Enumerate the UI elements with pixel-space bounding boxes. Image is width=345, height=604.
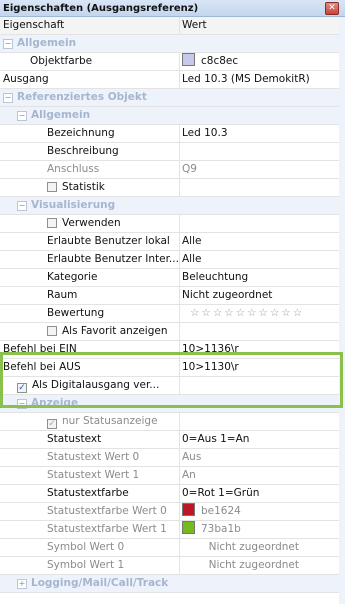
collapse-icon[interactable]: −: [17, 201, 27, 211]
row-bezeichnung[interactable]: Bezeichnung Led 10.3: [0, 125, 345, 143]
highlight-frame: [0, 352, 343, 408]
row-symbol-0[interactable]: Symbol Wert 0 Nicht zugeordnet: [0, 539, 345, 557]
favorit-checkbox[interactable]: [47, 326, 57, 336]
collapse-icon[interactable]: −: [3, 39, 13, 49]
properties-window: Eigenschaften (Ausgangsreferenz) ✕ Eigen…: [0, 0, 345, 604]
color-swatch: [182, 503, 195, 516]
header-value: Wert: [179, 17, 345, 34]
scroll-gutter: [339, 17, 345, 604]
row-statustext-0[interactable]: Statustext Wert 0 Aus: [0, 449, 345, 467]
category-referenziertes-objekt[interactable]: − Referenziertes Objekt: [0, 89, 345, 107]
row-raum[interactable]: Raum Nicht zugeordnet: [0, 287, 345, 305]
row-statustext-1[interactable]: Statustext Wert 1 An: [0, 467, 345, 485]
property-grid: Eigenschaft Wert − Allgemein Objektfarbe…: [0, 17, 345, 593]
color-swatch: [182, 521, 195, 534]
grid-header: Eigenschaft Wert: [0, 17, 345, 35]
collapse-icon[interactable]: −: [3, 93, 13, 103]
row-statusfarbe-1[interactable]: Statustextfarbe Wert 1 73ba1b: [0, 521, 345, 539]
row-statusfarbe-0[interactable]: Statustextfarbe Wert 0 be1624: [0, 503, 345, 521]
row-nur-status[interactable]: ✓ nur Statusanzeige: [0, 413, 345, 431]
window-titlebar: Eigenschaften (Ausgangsreferenz) ✕: [0, 0, 345, 17]
row-symbol-1[interactable]: Symbol Wert 1 Nicht zugeordnet: [0, 557, 345, 575]
collapse-icon[interactable]: −: [17, 111, 27, 121]
row-statistik[interactable]: Statistik: [0, 179, 345, 197]
row-statustextfarbe[interactable]: Statustextfarbe 0=Rot 1=Grün: [0, 485, 345, 503]
row-verwenden[interactable]: Verwenden: [0, 215, 345, 233]
row-favorit[interactable]: Als Favorit anzeigen: [0, 323, 345, 341]
category-visualisierung[interactable]: − Visualisierung: [0, 197, 345, 215]
row-benutzer-inter[interactable]: Erlaubte Benutzer Inter... Alle: [0, 251, 345, 269]
rating-stars[interactable]: ☆☆☆☆☆☆☆☆☆☆: [179, 305, 345, 322]
row-objektfarbe[interactable]: Objektfarbe c8c8ec: [0, 53, 345, 71]
category-ref-allgemein[interactable]: − Allgemein: [0, 107, 345, 125]
row-anschluss[interactable]: Anschluss Q9: [0, 161, 345, 179]
row-beschreibung[interactable]: Beschreibung: [0, 143, 345, 161]
verwenden-checkbox[interactable]: [47, 218, 57, 228]
category-allgemein[interactable]: − Allgemein: [0, 35, 345, 53]
row-benutzer-lokal[interactable]: Erlaubte Benutzer lokal Alle: [0, 233, 345, 251]
color-swatch: [182, 53, 195, 66]
window-title: Eigenschaften (Ausgangsreferenz): [3, 3, 199, 14]
row-statustext[interactable]: Statustext 0=Aus 1=An: [0, 431, 345, 449]
close-icon[interactable]: ✕: [325, 2, 339, 15]
nur-status-checkbox: ✓: [47, 419, 57, 429]
row-kategorie[interactable]: Kategorie Beleuchtung: [0, 269, 345, 287]
category-logging[interactable]: + Logging/Mail/Call/Track: [0, 575, 345, 593]
expand-icon[interactable]: +: [17, 579, 27, 589]
row-ausgang[interactable]: Ausgang Led 10.3 (MS DemokitR): [0, 71, 345, 89]
row-bewertung[interactable]: Bewertung ☆☆☆☆☆☆☆☆☆☆: [0, 305, 345, 323]
header-property: Eigenschaft: [3, 19, 65, 31]
statistik-checkbox[interactable]: [47, 182, 57, 192]
